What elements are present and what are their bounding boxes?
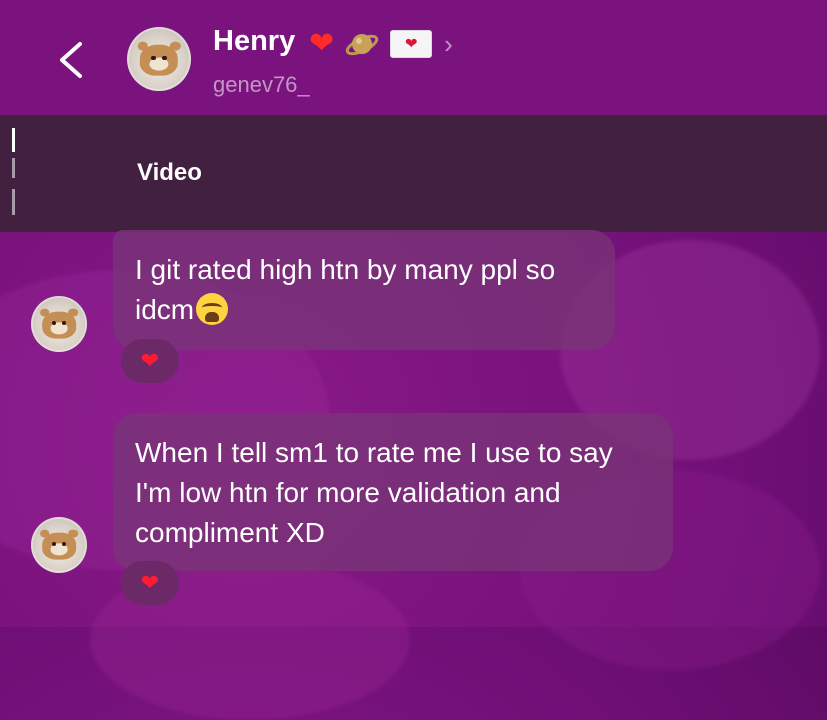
sender-avatar[interactable] [31, 517, 87, 573]
contact-name[interactable]: Henry [213, 25, 295, 58]
sender-avatar[interactable] [31, 296, 87, 352]
planet-icon [345, 34, 379, 56]
message-bubble[interactable]: I git rated high htn by many ppl so idcm [113, 230, 615, 350]
reply-indicator-bar [12, 158, 15, 178]
reply-indicator-bar [12, 128, 15, 152]
name-badges: ❤ › [309, 24, 453, 64]
message-text-line: When I tell sm1 to rate me I use to say [135, 437, 613, 468]
heart-icon: ❤ [140, 570, 160, 595]
red-heart-icon: ❤ [309, 27, 335, 60]
crying-face-icon [196, 293, 229, 325]
reply-indicator-bar [12, 189, 15, 215]
reply-preview[interactable]: Video [0, 115, 827, 232]
chevron-left-icon[interactable] [54, 38, 88, 82]
reply-preview-label: Video [137, 159, 202, 186]
chat-header: Henry ❤ › genev76_ [0, 0, 827, 115]
message-bubble[interactable]: When I tell sm1 to rate me I use to say … [113, 413, 673, 571]
username: genev76_ [213, 72, 310, 97]
message-text-line: I git rated high htn by many ppl so [135, 254, 556, 285]
reaction-badge[interactable]: ❤ [121, 339, 179, 383]
love-letter-icon [390, 30, 433, 58]
message-text-line: compliment XD [135, 517, 325, 548]
heart-icon: ❤ [140, 348, 160, 373]
chevron-right-icon[interactable]: › [444, 31, 453, 57]
message-text-line: idcm [135, 294, 195, 325]
avatar[interactable] [127, 27, 191, 91]
message-text-line: I'm low htn for more validation and [135, 477, 561, 508]
reaction-badge[interactable]: ❤ [121, 561, 179, 605]
